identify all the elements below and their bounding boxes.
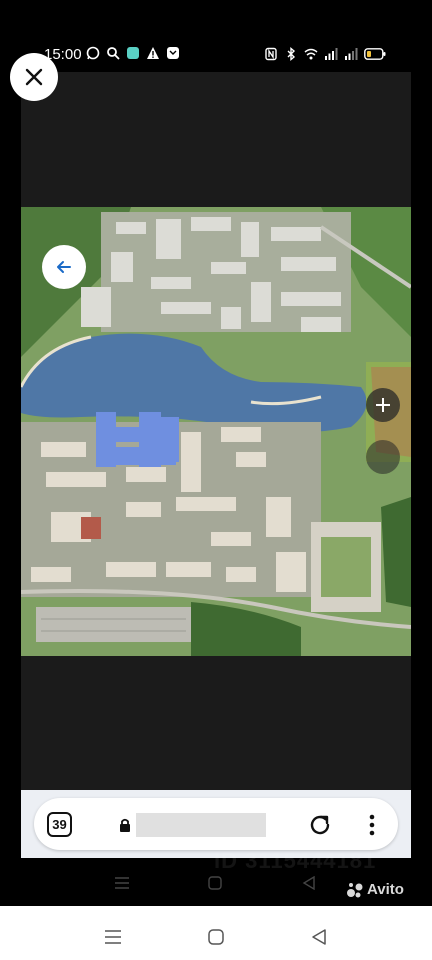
- previous-photo-button[interactable]: [42, 245, 86, 289]
- plus-icon: [376, 398, 390, 412]
- listing-id-watermark: ID 3115444181: [214, 848, 377, 873]
- whatsapp-icon: [86, 46, 100, 60]
- system-navigation-bar: [0, 906, 432, 960]
- close-button[interactable]: [10, 53, 58, 101]
- more-vertical-icon[interactable]: [360, 811, 384, 839]
- signal-icon: [325, 48, 338, 60]
- home-icon[interactable]: [207, 928, 225, 946]
- back-icon[interactable]: [310, 928, 328, 946]
- avito-dots-icon: [347, 882, 363, 897]
- search-icon: [107, 47, 120, 60]
- bluetooth-icon: [287, 47, 296, 61]
- home-icon: [208, 876, 222, 890]
- signal-icon: [345, 48, 358, 60]
- avito-logo: Avito: [346, 881, 404, 898]
- address-bar[interactable]: [136, 813, 266, 837]
- wifi-icon: [304, 48, 318, 60]
- back-icon: [302, 876, 315, 890]
- nfc-icon: [265, 47, 277, 61]
- status-notification-icons: [86, 46, 180, 60]
- warning-icon: [147, 47, 159, 59]
- menu-icon: [115, 877, 129, 889]
- tabs-count-button[interactable]: 39: [47, 812, 72, 837]
- zoom-out-button[interactable]: [366, 440, 400, 474]
- message-icon: [167, 47, 179, 59]
- close-icon: [25, 68, 43, 86]
- battery-icon: [364, 48, 386, 60]
- recent-apps-icon[interactable]: [104, 928, 122, 946]
- app-icon: [127, 47, 139, 59]
- arrow-left-icon: [57, 261, 71, 273]
- zoom-in-button[interactable]: [366, 388, 400, 422]
- status-system-icons: [264, 47, 386, 61]
- lock-icon: [120, 818, 130, 832]
- avito-brand-text: Avito: [367, 881, 404, 898]
- reload-icon[interactable]: [306, 811, 334, 839]
